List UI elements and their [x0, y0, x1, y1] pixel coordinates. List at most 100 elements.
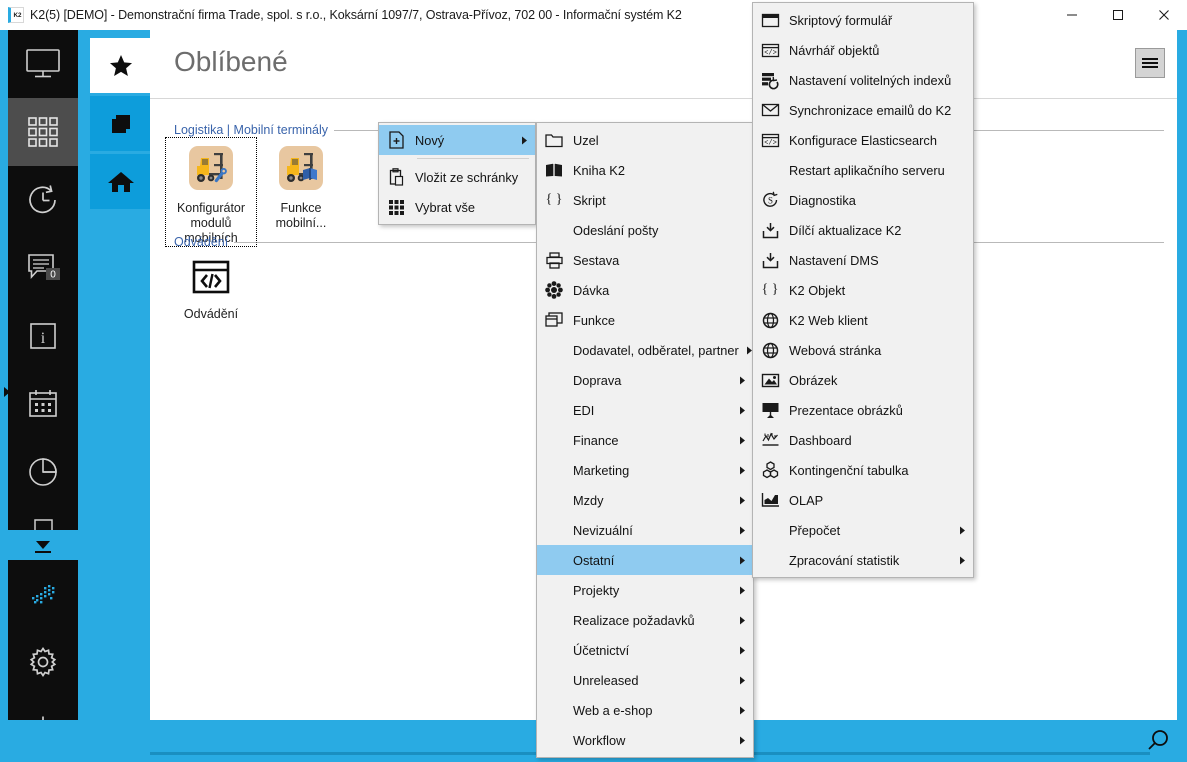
tile-label: Odvádění — [183, 307, 239, 321]
menu-item-uzel[interactable]: Uzel — [537, 125, 753, 155]
sidebar-collapse-button[interactable] — [8, 530, 78, 560]
menu-item-kniha-k2[interactable]: Kniha K2 — [537, 155, 753, 185]
menu-item-ostatni[interactable]: Ostatní — [537, 545, 753, 575]
sidebar-item-moduly[interactable] — [8, 98, 78, 166]
forklift-wrench-icon — [187, 144, 235, 196]
menu-item-kontingencni-tabulka[interactable]: Kontingenční tabulka — [753, 455, 973, 485]
menu-item-label: Prezentace obrázků — [789, 402, 903, 418]
folder-icon — [537, 125, 571, 155]
submenu-arrow-icon — [731, 646, 753, 655]
menu-item-skript[interactable]: { } Skript — [537, 185, 753, 215]
tile-funkce-mobilni[interactable]: Funkce mobilní... — [256, 138, 346, 246]
submenu-arrow-icon — [731, 586, 753, 595]
no-icon — [537, 395, 571, 425]
submenu-arrow-icon — [731, 676, 753, 685]
no-icon — [537, 455, 571, 485]
menu-item-konfigurace-elasticsearch[interactable]: </> Konfigurace Elasticsearch — [753, 125, 973, 155]
sidebar-item-kopie[interactable] — [90, 96, 152, 151]
monitor-icon — [26, 49, 60, 78]
menu-item-finance[interactable]: Finance — [537, 425, 753, 455]
hamburger-icon — [1142, 58, 1158, 68]
star-icon — [110, 54, 132, 76]
menu-item-realizace-pozadavku[interactable]: Realizace požadavků — [537, 605, 753, 635]
close-icon[interactable] — [1141, 0, 1187, 30]
sidebar-item-nastaveni[interactable] — [8, 628, 78, 696]
submenu-arrow-icon — [951, 556, 973, 565]
menu-item-label: Obrázek — [789, 372, 838, 388]
menu-item-label: Dashboard — [789, 432, 852, 448]
submenu-arrow-icon — [731, 466, 753, 475]
menu-item-vybrat-vse[interactable]: Vybrat vše — [379, 192, 535, 222]
menu-item-restart-aplikacniho-serveru[interactable]: Restart aplikačního serveru — [753, 155, 973, 185]
menu-item-navrhar-objektu[interactable]: </> Návrhář objektů — [753, 35, 973, 65]
no-icon — [537, 725, 571, 755]
minimize-icon[interactable] — [1049, 0, 1095, 30]
menu-item-edi[interactable]: EDI — [537, 395, 753, 425]
pivot-table-icon — [753, 455, 787, 485]
menu-item-web-a-e-shop[interactable]: Web a e-shop — [537, 695, 753, 725]
menu-item-sestava[interactable]: Sestava — [537, 245, 753, 275]
menu-item-label: Kniha K2 — [573, 162, 625, 178]
search-icon — [1148, 730, 1168, 750]
application-window: K2 K2(5) [DEMO] - Demonstrační firma Tra… — [0, 0, 1187, 762]
menu-item-skriptovy-formular[interactable]: Skriptový formulář — [753, 5, 973, 35]
menu-item-dashboard[interactable]: Dashboard — [753, 425, 973, 455]
no-icon — [537, 605, 571, 635]
sidebar-item-domu[interactable] — [90, 154, 152, 209]
menu-item-unreleased[interactable]: Unreleased — [537, 665, 753, 695]
book-icon — [537, 155, 571, 185]
hamburger-menu-button[interactable] — [1135, 48, 1165, 78]
menu-item-nastaveni-volitelnych-indexu[interactable]: Nastavení volitelných indexů — [753, 65, 973, 95]
menu-item-marketing[interactable]: Marketing — [537, 455, 753, 485]
select-all-grid-icon — [379, 192, 413, 222]
sidebar-item-zpravy[interactable]: 0 — [8, 234, 78, 302]
menu-item-olap[interactable]: OLAP — [753, 485, 973, 515]
menu-item-prepocet[interactable]: Přepočet — [753, 515, 973, 545]
menu-item-nevizualni[interactable]: Nevizuální — [537, 515, 753, 545]
menu-item-obrazek[interactable]: Obrázek — [753, 365, 973, 395]
menu-item-webova-stranka[interactable]: Webová stránka — [753, 335, 973, 365]
menu-item-dodavatel-odberatel-partner[interactable]: Dodavatel, odběratel, partner — [537, 335, 753, 365]
menu-item-label: Skript — [573, 192, 606, 208]
menu-item-label: Webová stránka — [789, 342, 882, 358]
tile-konfigurator-modulu-mobilnich[interactable]: Konfigurátor modulů mobilních — [165, 137, 257, 247]
menu-item-mzdy[interactable]: Mzdy — [537, 485, 753, 515]
menu-item-label: Návrhář objektů — [789, 42, 880, 58]
menu-item-odeslani-posty[interactable]: Odeslání pošty — [537, 215, 753, 245]
search-button[interactable] — [1143, 726, 1173, 756]
menu-item-funkce[interactable]: Funkce — [537, 305, 753, 335]
menu-item-novy[interactable]: Nový — [379, 125, 535, 155]
menu-item-label: Mzdy — [573, 492, 604, 508]
menu-item-doprava[interactable]: Doprava — [537, 365, 753, 395]
menu-item-dilci-aktualizace-k2[interactable]: Dílčí aktualizace K2 — [753, 215, 973, 245]
sidebar-item-statistiky[interactable] — [8, 438, 78, 506]
sidebar-item-plocha[interactable] — [8, 30, 78, 98]
submenu-arrow-icon — [731, 376, 753, 385]
novy-submenu: Uzel Kniha K2 { } Skript Odeslání pošty … — [536, 122, 754, 758]
maximize-icon[interactable] — [1095, 0, 1141, 30]
menu-item-nastaveni-dms[interactable]: Nastavení DMS — [753, 245, 973, 275]
sidebar-item-historie[interactable] — [8, 166, 78, 234]
sidebar-item-informace[interactable]: i — [8, 302, 78, 370]
menu-item-davka[interactable]: Dávka — [537, 275, 753, 305]
tile-odvadeni[interactable]: Odvádění — [166, 252, 256, 322]
sidebar-item-oblibene[interactable] — [90, 38, 152, 93]
right-accent-strip — [1177, 30, 1187, 720]
menu-item-vlozit-ze-schranky[interactable]: Vložit ze schránky — [379, 162, 535, 192]
menu-item-diagnostika[interactable]: S Diagnostika — [753, 185, 973, 215]
sidebar-item-kalendar[interactable] — [8, 370, 78, 438]
menu-item-prezentace-obrazku[interactable]: Prezentace obrázků — [753, 395, 973, 425]
svg-text:</>: </> — [764, 49, 777, 57]
gear-icon — [29, 646, 57, 678]
menu-item-synchronizace-emailu-do-k2[interactable]: Synchronizace emailů do K2 — [753, 95, 973, 125]
no-icon — [537, 545, 571, 575]
menu-item-projekty[interactable]: Projekty — [537, 575, 753, 605]
menu-item-k2-objekt[interactable]: { } K2 Objekt — [753, 275, 973, 305]
menu-item-ucetnictvi[interactable]: Účetnictví — [537, 635, 753, 665]
menu-item-zpracovani-statistik[interactable]: Zpracování statistik — [753, 545, 973, 575]
menu-item-k2-web-klient[interactable]: K2 Web klient — [753, 305, 973, 335]
sidebar-item-novinky[interactable] — [8, 560, 78, 628]
sidebar-expand-arrow[interactable] — [2, 385, 12, 399]
menu-item-workflow[interactable]: Workflow — [537, 725, 753, 755]
copy-icon — [112, 114, 130, 133]
